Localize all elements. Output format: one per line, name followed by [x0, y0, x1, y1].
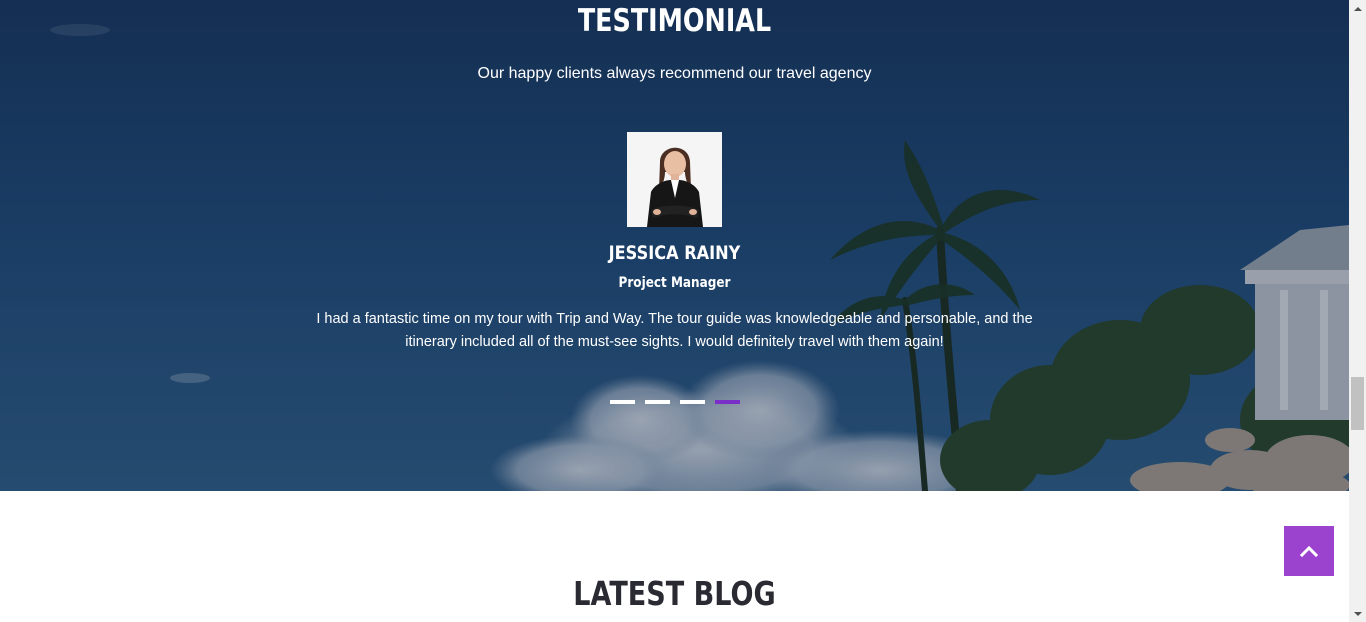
carousel-dot-1[interactable]	[610, 400, 635, 404]
page-content: TESTIMONIAL Our happy clients always rec…	[0, 0, 1349, 622]
section-subtitle: Our happy clients always recommend our t…	[477, 65, 872, 82]
carousel-dot-2[interactable]	[645, 400, 670, 404]
triangle-up-icon	[1353, 6, 1362, 11]
person-name: JESSICA RAINY	[608, 242, 741, 264]
triangle-down-icon	[1353, 611, 1362, 616]
person-avatar-icon	[627, 132, 722, 227]
carousel-dot-3[interactable]	[680, 400, 705, 404]
page: TESTIMONIAL Our happy clients always rec…	[0, 0, 1366, 622]
chevron-up-icon	[1300, 545, 1318, 557]
person-role: Project Manager	[618, 275, 731, 291]
testimonial-section: TESTIMONIAL Our happy clients always rec…	[0, 0, 1349, 491]
vertical-scrollbar[interactable]	[1349, 0, 1366, 622]
back-to-top-button[interactable]	[1284, 526, 1334, 576]
scroll-up-arrow[interactable]	[1349, 0, 1366, 17]
blog-section-title: LATEST BLOG	[573, 574, 776, 613]
carousel-dot-4[interactable]	[715, 400, 740, 404]
scroll-down-arrow[interactable]	[1349, 605, 1366, 622]
testimonial-quote: I had a fantastic time on my tour with T…	[316, 311, 1033, 350]
carousel-pagination	[610, 400, 740, 404]
scroll-thumb[interactable]	[1351, 377, 1364, 430]
avatar	[627, 132, 722, 227]
section-title: TESTIMONIAL	[577, 3, 772, 39]
